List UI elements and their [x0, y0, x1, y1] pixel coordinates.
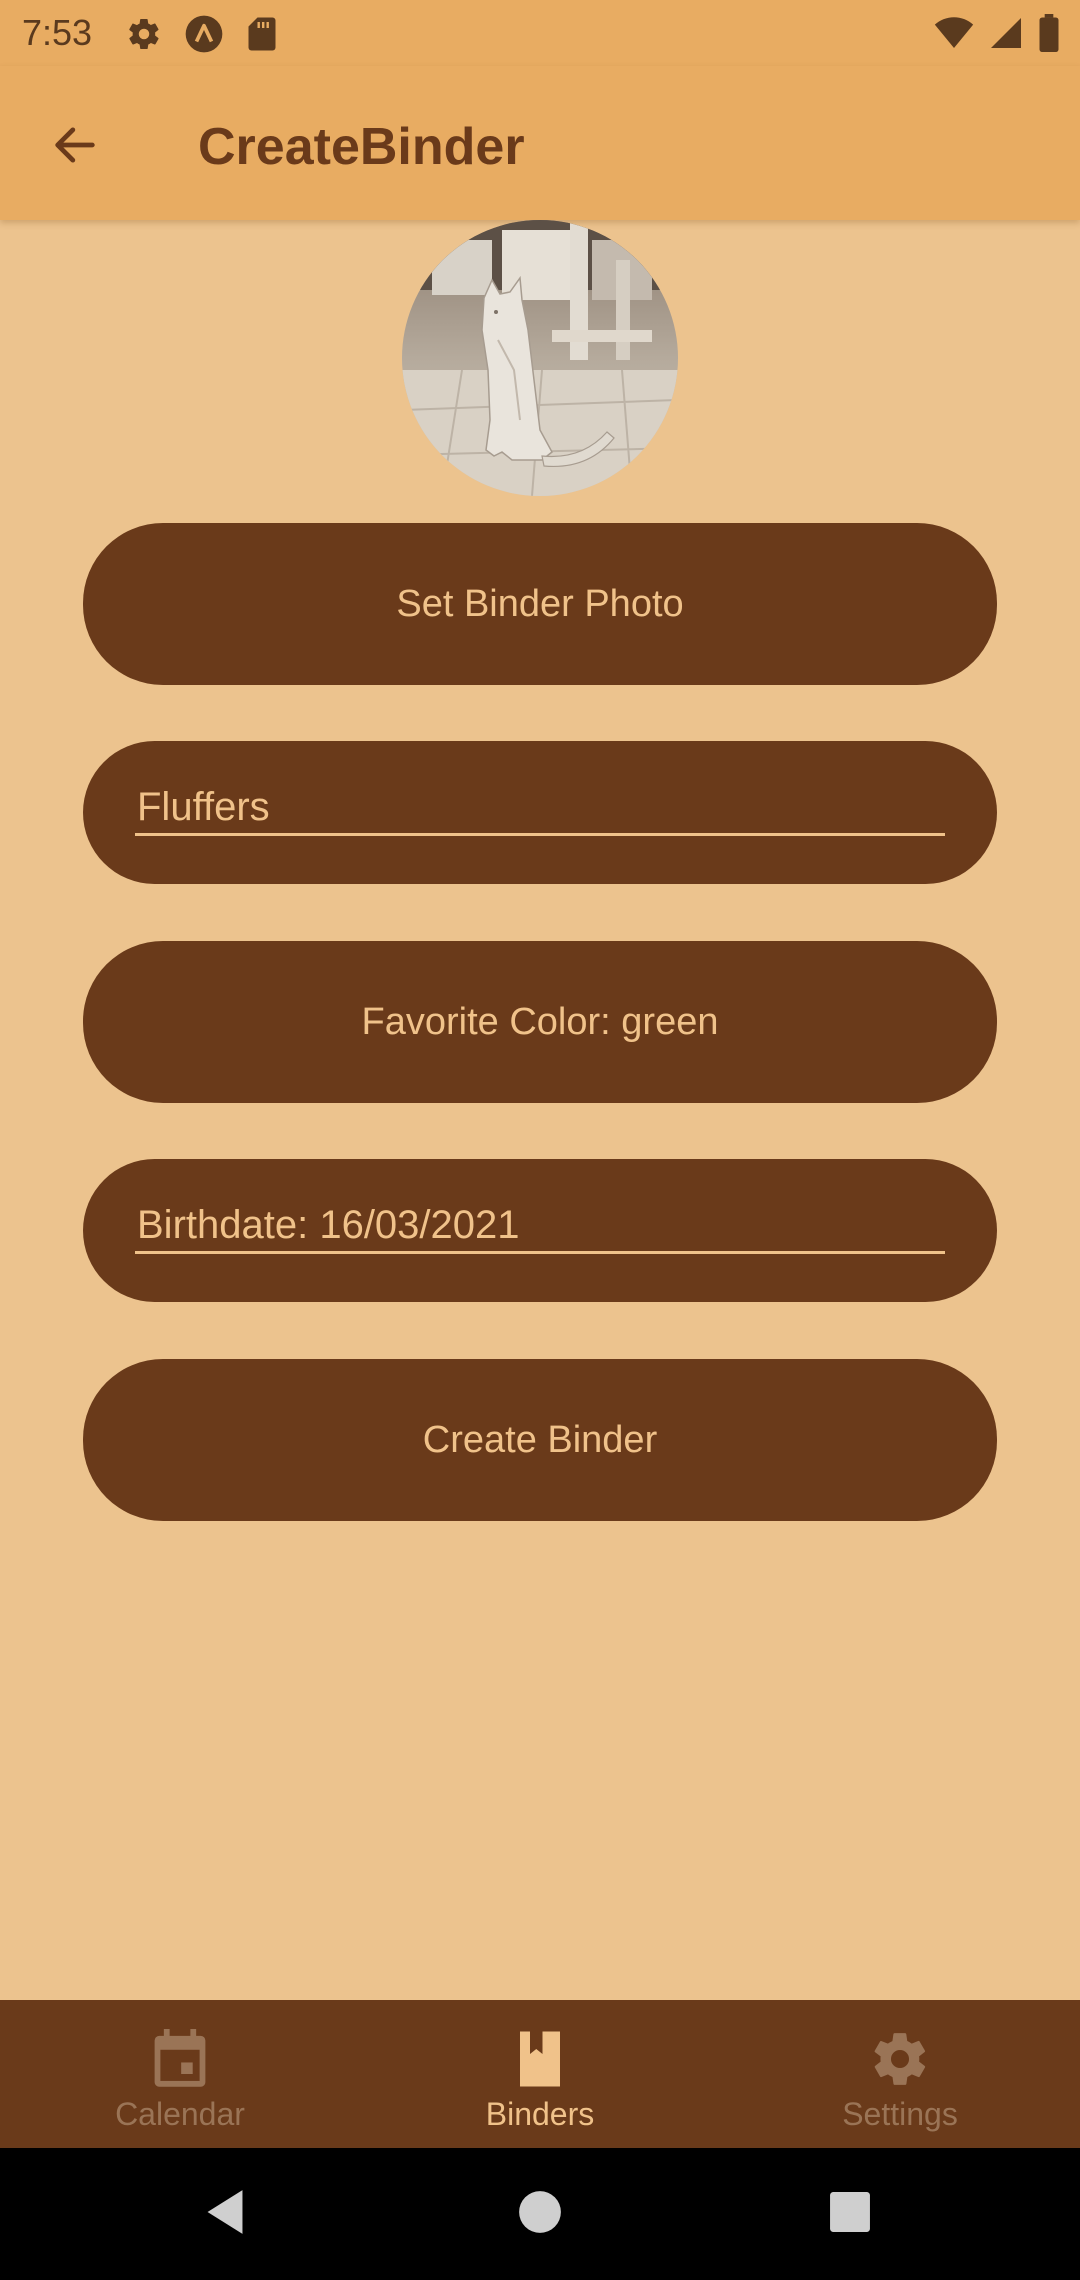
sd-card-icon	[246, 16, 278, 57]
home-circle-icon	[518, 2190, 562, 2239]
birthdate-field[interactable]: Birthdate: 16/03/2021	[83, 1159, 997, 1302]
binder-icon	[515, 2028, 565, 2090]
birthdate-underline	[135, 1251, 945, 1254]
favorite-color-button[interactable]: Favorite Color: green	[83, 941, 997, 1103]
signal-icon	[988, 15, 1024, 56]
system-back-button[interactable]	[195, 2184, 255, 2244]
favorite-color-label: Favorite Color: green	[361, 1000, 719, 1043]
nav-label-binders: Binders	[485, 2096, 595, 2132]
recents-square-icon	[829, 2191, 871, 2238]
binder-name-input-value[interactable]: Fluffers	[137, 783, 943, 831]
system-home-button[interactable]	[510, 2184, 570, 2244]
create-binder-label: Create Binder	[422, 1418, 658, 1461]
set-binder-photo-button[interactable]: Set Binder Photo	[83, 523, 997, 685]
status-icons-right	[934, 14, 1060, 57]
cat-photo-image	[402, 220, 678, 496]
nav-item-calendar[interactable]: Calendar	[0, 2000, 360, 2148]
binder-photo	[402, 220, 678, 496]
gear-icon	[126, 16, 162, 57]
nav-label-settings: Settings	[842, 2096, 958, 2132]
a-logo-icon	[184, 14, 224, 59]
binder-name-underline	[135, 833, 945, 836]
back-button[interactable]	[40, 112, 110, 182]
system-recents-button[interactable]	[820, 2184, 880, 2244]
app-bar: CreateBinder	[0, 66, 1080, 220]
set-binder-photo-label: Set Binder Photo	[396, 582, 684, 625]
status-bar: 7:53	[0, 0, 1080, 66]
gear-icon	[869, 2028, 931, 2090]
nav-item-settings[interactable]: Settings	[720, 2000, 1080, 2148]
binder-name-field[interactable]: Fluffers	[83, 741, 997, 884]
wifi-icon	[934, 16, 974, 55]
page-title: CreateBinder	[198, 118, 525, 176]
bottom-navigation: Calendar Binders Settings	[0, 2000, 1080, 2148]
nav-label-calendar: Calendar	[115, 2096, 245, 2132]
create-binder-button[interactable]: Create Binder	[83, 1359, 997, 1521]
back-triangle-icon	[203, 2188, 247, 2241]
battery-icon	[1038, 14, 1060, 57]
birthdate-input-value[interactable]: Birthdate: 16/03/2021	[137, 1201, 943, 1249]
system-navigation-bar	[0, 2148, 1080, 2280]
arrow-left-icon	[49, 119, 101, 176]
calendar-icon	[152, 2028, 208, 2090]
nav-item-binders[interactable]: Binders	[360, 2000, 720, 2148]
status-time: 7:53	[22, 12, 93, 53]
status-icons-left	[126, 14, 278, 59]
